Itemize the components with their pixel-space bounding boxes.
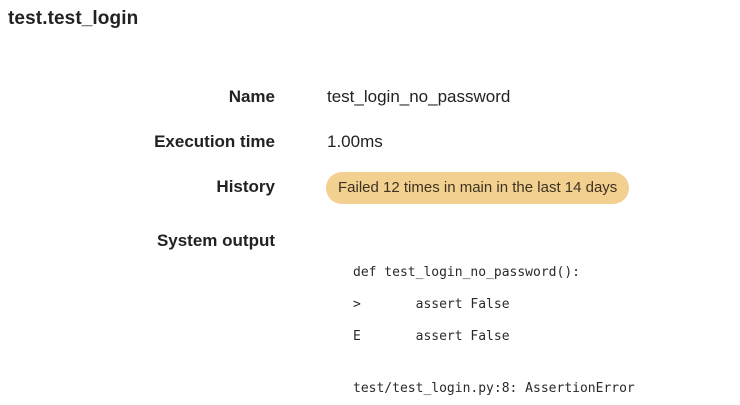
page-title: test.test_login — [8, 8, 139, 29]
history-row: History Failed 12 times in main in the l… — [0, 172, 740, 206]
history-failure-badge[interactable]: Failed 12 times in main in the last 14 d… — [326, 172, 630, 204]
code-line: def test_login_no_password(): — [353, 265, 580, 280]
system-output-row: System output — [0, 230, 740, 260]
execution-time-row: Execution time 1.00ms — [0, 131, 740, 161]
history-label: History — [216, 177, 275, 196]
code-line: > assert False — [353, 297, 510, 312]
test-name-value: test_login_no_password — [327, 87, 511, 106]
name-label: Name — [228, 87, 275, 106]
system-output-label: System output — [156, 231, 275, 250]
name-row: Name test_login_no_password — [0, 86, 740, 116]
execution-time-value: 1.00ms — [327, 132, 383, 151]
code-line: test/test_login.py:8: AssertionError — [353, 381, 635, 396]
system-output-code-block: def test_login_no_password(): > assert F… — [353, 257, 635, 405]
execution-time-label: Execution time — [154, 132, 275, 151]
code-line: E assert False — [353, 329, 510, 344]
